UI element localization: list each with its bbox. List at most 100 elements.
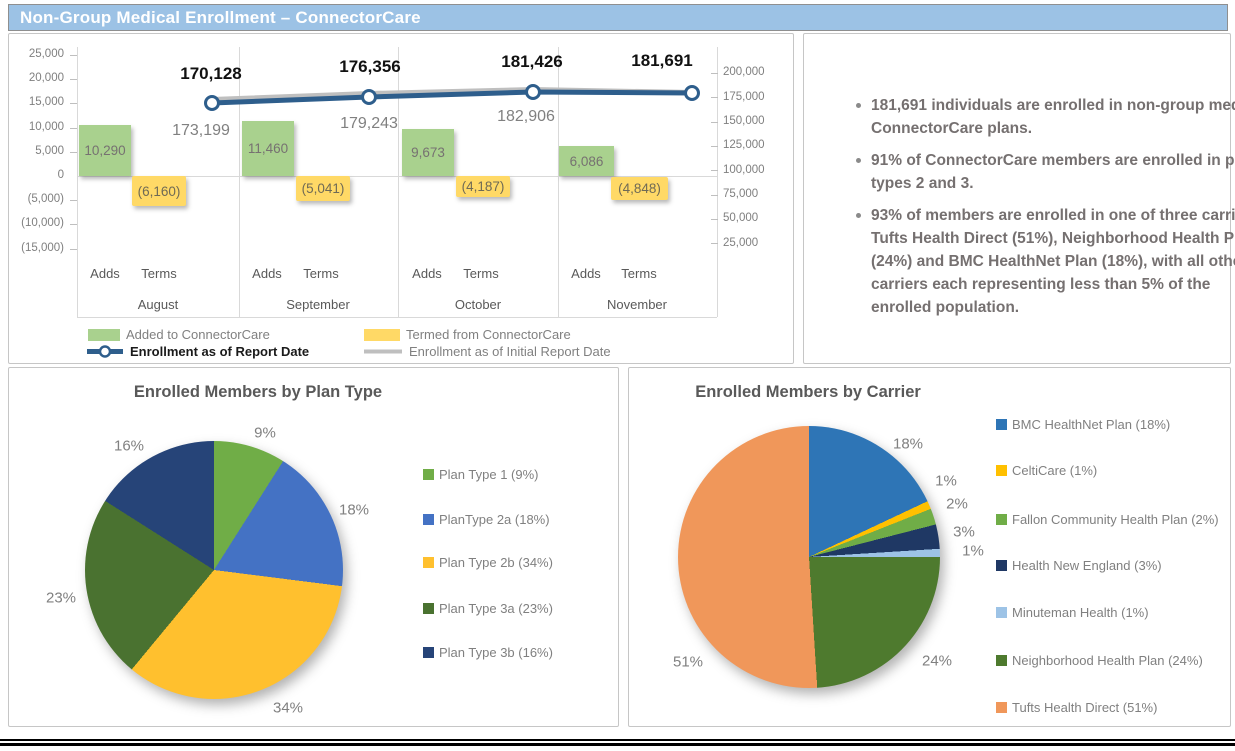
tufts-swatch <box>996 702 1007 713</box>
plan-pie-legend-label: Plan Type 1 (9%) <box>439 467 538 482</box>
bottom-rule-bottom <box>0 743 1235 746</box>
left-axis-label: 25,000 <box>9 48 64 60</box>
carrier-pie-legend-item: Minuteman Health (1%) <box>996 605 1149 620</box>
left-axis-label: 5,000 <box>9 145 64 157</box>
axis-tick <box>70 55 77 56</box>
carrier-pie-pct-label: 51% <box>673 654 703 671</box>
sub-axis-adds: Adds <box>571 266 601 281</box>
left-axis-label: 10,000 <box>9 121 64 133</box>
plan-pie-pct-label: 34% <box>273 700 303 717</box>
carrier-pie-pct-label: 18% <box>893 436 923 453</box>
carrier-pie-pct-label: 2% <box>946 496 968 513</box>
plan-type-pie-panel: Enrolled Members by Plan Type 9% 18% 34%… <box>8 367 619 727</box>
right-axis-label: 200,000 <box>723 66 765 78</box>
right-axis-label: 75,000 <box>723 188 758 200</box>
carrier-pie <box>678 426 940 688</box>
plan-type-2b-swatch <box>423 557 434 568</box>
carrier-pie-pct-label: 24% <box>922 653 952 670</box>
left-axis-label: 15,000 <box>9 96 64 108</box>
carrier-pie-legend-label: Tufts Health Direct (51%) <box>1012 700 1157 715</box>
carrier-pie-pct-label: 3% <box>953 524 975 541</box>
carrier-pie-legend-label: Health New England (3%) <box>1012 558 1162 573</box>
plan-type-3a-swatch <box>423 603 434 614</box>
carrier-pie-legend-item: BMC HealthNet Plan (18%) <box>996 417 1170 432</box>
left-axis-label: 0 <box>9 169 64 181</box>
right-axis-label: 50,000 <box>723 212 758 224</box>
health-new-england-swatch <box>996 560 1007 571</box>
enrollment-marker-november <box>686 87 699 100</box>
neighborhood-swatch <box>996 655 1007 666</box>
legend-added-label: Added to ConnectorCare <box>126 327 270 342</box>
sub-axis-terms: Terms <box>463 266 498 281</box>
plan-pie-pct-label: 9% <box>254 425 276 442</box>
initial-line-sample <box>363 344 403 359</box>
legend-initial-line: Enrollment as of Initial Report Date <box>363 344 611 359</box>
carrier-pie-panel: Enrolled Members by Carrier 18% 1% 2% 3%… <box>628 367 1231 727</box>
carrier-pie-pct-label: 1% <box>962 543 984 560</box>
axis-tick <box>70 249 77 250</box>
carrier-pie-legend-label: Fallon Community Health Plan (2%) <box>1012 512 1219 527</box>
plan-pie-pct-label: 18% <box>339 502 369 519</box>
enrollment-marker-september <box>363 91 376 104</box>
right-axis-label: 150,000 <box>723 115 765 127</box>
month-label: August <box>138 297 178 312</box>
report-enrollment-label: 176,356 <box>339 57 400 77</box>
right-axis-label: 125,000 <box>723 139 765 151</box>
plan-pie-legend-item: Plan Type 3a (23%) <box>423 601 553 616</box>
legend-report-label: Enrollment as of Report Date <box>130 344 309 359</box>
plan-type-pie-title: Enrolled Members by Plan Type <box>134 383 382 402</box>
insight-bullet: 181,691 individuals are enrolled in non-… <box>871 94 1235 140</box>
sub-axis-adds: Adds <box>252 266 282 281</box>
plan-pie-legend-label: Plan Type 3b (16%) <box>439 645 553 660</box>
plan-pie-legend-label: PlanType 2a (18%) <box>439 512 550 527</box>
report-title: Non-Group Medical Enrollment – Connector… <box>9 8 421 28</box>
enrollment-marker-october <box>527 86 540 99</box>
plan-pie-pct-label: 16% <box>114 438 144 455</box>
axis-tick <box>70 224 77 225</box>
axis-tick <box>70 103 77 104</box>
legend-termed-label: Termed from ConnectorCare <box>406 327 571 342</box>
report-enrollment-label: 181,691 <box>631 51 692 71</box>
plan-pie-legend-label: Plan Type 2b (34%) <box>439 555 553 570</box>
plan-pie-legend-label: Plan Type 3a (23%) <box>439 601 553 616</box>
left-axis-label: (15,000) <box>9 242 64 254</box>
insight-bullet: 93% of members are enrolled in one of th… <box>871 204 1235 319</box>
carrier-pie-legend-label: Neighborhood Health Plan (24%) <box>1012 653 1203 668</box>
plan-type-pie <box>85 441 343 699</box>
axis-tick <box>70 128 77 129</box>
month-label: November <box>607 297 667 312</box>
axis-tick <box>70 152 77 153</box>
legend-initial-label: Enrollment as of Initial Report Date <box>409 344 611 359</box>
left-axis-label: (5,000) <box>9 193 64 205</box>
sub-axis-adds: Adds <box>90 266 120 281</box>
report-title-bar: Non-Group Medical Enrollment – Connector… <box>8 4 1228 31</box>
plan-pie-legend-item: PlanType 2a (18%) <box>423 512 550 527</box>
plan-type-3b-swatch <box>423 647 434 658</box>
termed-swatch <box>364 329 400 341</box>
axis-tick <box>70 200 77 201</box>
plan-type-1-swatch <box>423 469 434 480</box>
legend-added: Added to ConnectorCare <box>88 327 270 342</box>
insight-bullet: 91% of ConnectorCare members are enrolle… <box>871 149 1235 195</box>
right-axis-label: 175,000 <box>723 91 765 103</box>
plan-type-2a-swatch <box>423 514 434 525</box>
legend-report-line: Enrollment as of Report Date <box>86 344 309 359</box>
plan-pie-legend-item: Plan Type 3b (16%) <box>423 645 553 660</box>
carrier-pie-legend-item: Fallon Community Health Plan (2%) <box>996 512 1219 527</box>
sub-axis-adds: Adds <box>412 266 442 281</box>
plan-pie-pct-label: 23% <box>46 590 76 607</box>
carrier-pie-legend-label: BMC HealthNet Plan (18%) <box>1012 417 1170 432</box>
key-insights-panel: 181,691 individuals are enrolled in non-… <box>803 33 1231 364</box>
carrier-pie-title: Enrolled Members by Carrier <box>695 383 921 402</box>
right-axis-label: 25,000 <box>723 237 758 249</box>
initial-enrollment-label: 182,906 <box>497 108 555 126</box>
enrollment-combo-chart-panel: 25,000 20,000 15,000 10,000 5,000 0 (5,0… <box>8 33 794 364</box>
carrier-pie-legend-label: Minuteman Health (1%) <box>1012 605 1149 620</box>
month-label: September <box>286 297 350 312</box>
report-line-sample <box>86 344 124 359</box>
bottom-rule-top <box>0 739 1235 741</box>
fallon-swatch <box>996 514 1007 525</box>
month-label: October <box>455 297 501 312</box>
celticare-swatch <box>996 465 1007 476</box>
carrier-pie-legend-item: Neighborhood Health Plan (24%) <box>996 653 1203 668</box>
